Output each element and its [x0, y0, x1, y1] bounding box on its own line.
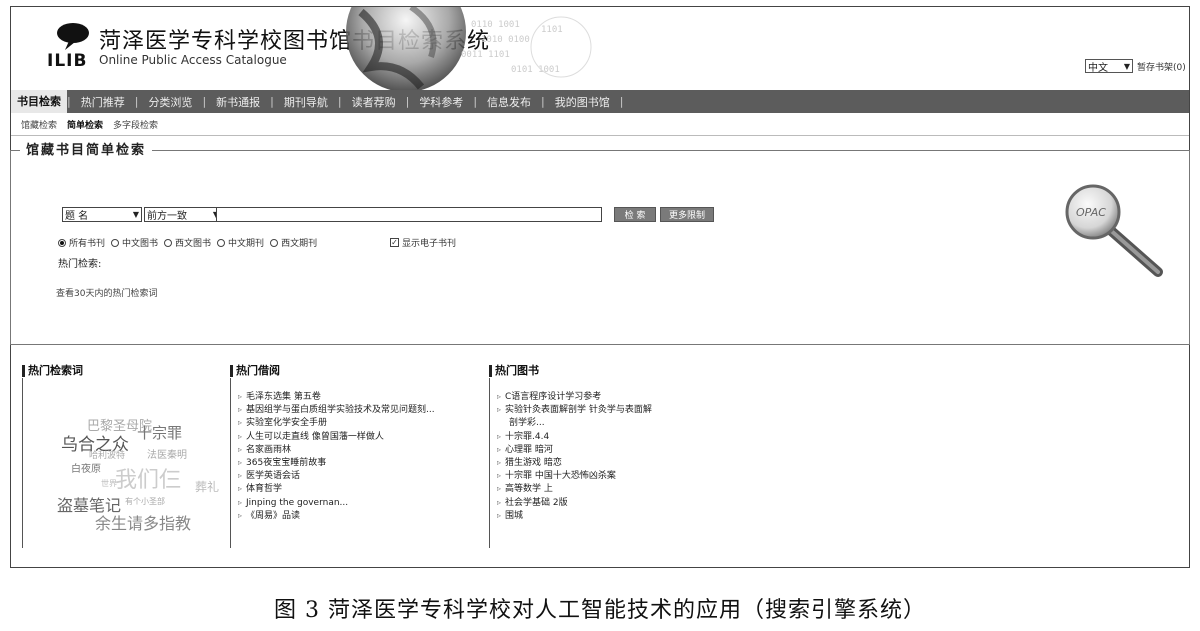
subnav-simple-search[interactable]: 简单检索: [67, 118, 103, 131]
radio-cn-books[interactable]: [111, 238, 120, 247]
list-item[interactable]: 《周易》品读: [238, 509, 435, 522]
cloud-word[interactable]: 十宗罪: [137, 422, 182, 443]
column-divider: [489, 378, 490, 548]
field-select[interactable]: 题 名 ▼: [62, 207, 142, 222]
hot-search-label: 热门检索:: [58, 259, 102, 270]
list-item[interactable]: 剖学彩...: [497, 416, 652, 429]
list-item[interactable]: 名家画雨林: [238, 443, 435, 456]
column-divider: [22, 378, 23, 548]
show-ebooks-checkbox[interactable]: ✓: [390, 238, 399, 247]
opac-magnifier-icon: OPAC: [1065, 184, 1163, 277]
list-item[interactable]: 高等数学 上: [497, 482, 652, 495]
hot-books-title: 热门图书: [489, 365, 539, 377]
list-item[interactable]: Jinping the governan...: [238, 496, 435, 509]
list-item[interactable]: 毛泽东选集 第五卷: [238, 390, 435, 403]
hot-terms-title: 热门检索词: [22, 365, 83, 377]
radio-cn-journals[interactable]: [217, 238, 226, 247]
hot-borrow-title: 热门借阅: [230, 365, 280, 377]
list-item[interactable]: 体育哲学: [238, 482, 435, 495]
nav-item-subject-ref[interactable]: 学科参考: [409, 94, 473, 110]
list-item[interactable]: 心理罪 暗河: [497, 443, 652, 456]
cloud-word[interactable]: 法医秦明: [147, 446, 187, 461]
nav-item-journal-nav[interactable]: 期刊导航: [274, 94, 338, 110]
radio-west-books[interactable]: [164, 238, 173, 247]
list-item[interactable]: C语言程序设计学习参考: [497, 390, 652, 403]
field-select-value: 题 名: [65, 211, 89, 222]
bookshelf-link[interactable]: 暂存书架(0) |: [1137, 60, 1189, 73]
language-select[interactable]: 中文 ▼: [1085, 59, 1133, 74]
svg-text:1010 0100: 1010 0100: [481, 35, 530, 45]
list-item[interactable]: 围城: [497, 509, 652, 522]
nav-item-info-publish[interactable]: 信息发布: [477, 94, 541, 110]
main-nav: 书目检索 | 热门推荐 | 分类浏览 | 新书通报 | 期刊导航 | 读者荐购 …: [11, 90, 1189, 113]
chevron-down-icon: ▼: [132, 210, 139, 219]
hot-30-days-link[interactable]: 查看30天内的热门检索词: [56, 286, 157, 299]
opac-label: OPAC: [1076, 206, 1106, 219]
radio-label: 中文期刊: [228, 239, 265, 249]
hot-terms-cloud: 巴黎圣母院 乌合之众 十宗罪 哈利波特 法医秦明 白夜原 我们仨 葬礼 盗墓笔记…: [55, 410, 225, 540]
list-item[interactable]: 实验针灸表面解剖学 针灸学与表面解: [497, 403, 652, 416]
checkbox-label: 显示电子书刊: [402, 239, 457, 249]
subnav-collection-search[interactable]: 馆藏检索: [21, 118, 57, 131]
site-subtitle: Online Public Access Catalogue: [99, 53, 287, 67]
list-item[interactable]: 猎生游戏 暗恋: [497, 456, 652, 469]
cloud-word[interactable]: 我们仨: [115, 462, 181, 494]
radio-label: 西文图书: [175, 239, 212, 249]
more-limits-button[interactable]: 更多限制: [660, 207, 714, 222]
figure-caption: 图 3 菏泽医学专科学校对人工智能技术的应用（搜索引擎系统）: [274, 598, 926, 623]
match-select-value: 前方一致: [147, 211, 187, 222]
nav-item-category-browse[interactable]: 分类浏览: [138, 94, 202, 110]
radio-label: 西文期刊: [281, 239, 318, 249]
site-header: ILIB 菏泽医学专科学校图书馆书目检索系统 Online Public Acc…: [11, 7, 1189, 90]
list-item[interactable]: 社会学基础 2版: [497, 496, 652, 509]
cloud-word[interactable]: 余生请多指教: [95, 510, 191, 534]
nav-item-catalog-search[interactable]: 书目检索: [11, 90, 67, 113]
search-button[interactable]: 检 索: [614, 207, 656, 222]
search-panel-legend: 馆藏书目简单检索: [20, 139, 153, 158]
radio-all-docs[interactable]: [58, 238, 66, 247]
nav-item-my-library[interactable]: 我的图书馆: [545, 94, 620, 110]
list-item[interactable]: 十宗罪.4.4: [497, 430, 652, 443]
list-item[interactable]: 365夜宝宝睡前故事: [238, 456, 435, 469]
nav-item-new-books[interactable]: 新书通报: [206, 94, 270, 110]
doc-type-radios: 所有书刊 中文图书 西文图书 中文期刊 西文期刊: [58, 236, 323, 249]
nav-separator: |: [619, 95, 624, 108]
radio-west-journals[interactable]: [270, 238, 279, 247]
globe-banner-icon: 0110 1001 1010 0100 0011 1101 0101 1001 …: [346, 7, 592, 90]
speech-bubble-logo-icon: [57, 23, 89, 50]
language-select-value: 中文: [1088, 62, 1108, 74]
subnav-multi-field-search[interactable]: 多字段检索: [113, 118, 158, 131]
search-input[interactable]: [216, 207, 602, 222]
chevron-down-icon: ▼: [1123, 61, 1130, 71]
cloud-word[interactable]: 有个小圣部: [125, 496, 165, 507]
list-item[interactable]: 十宗罪 中国十大恐怖凶杀案: [497, 469, 652, 482]
hot-books-list: C语言程序设计学习参考 实验针灸表面解剖学 针灸学与表面解 剖学彩... 十宗罪…: [497, 390, 652, 522]
svg-text:0110 1001: 0110 1001: [471, 20, 520, 30]
svg-text:1101: 1101: [541, 25, 563, 35]
hot-borrow-list: 毛泽东选集 第五卷 基因组学与蛋白质组学实验技术及常见问题刻... 实验室化学安…: [238, 390, 435, 522]
ilib-logo-text: ILIB: [47, 51, 88, 71]
list-item[interactable]: 基因组学与蛋白质组学实验技术及常见问题刻...: [238, 403, 435, 416]
svg-text:0101 1001: 0101 1001: [511, 65, 560, 75]
match-select[interactable]: 前方一致 ▼: [144, 207, 222, 222]
nav-item-hot-recommend[interactable]: 热门推荐: [71, 94, 135, 110]
sub-nav: 馆藏检索 简单检索 多字段检索: [11, 113, 1189, 136]
cloud-word[interactable]: 白夜原: [71, 460, 101, 475]
list-item[interactable]: 人生可以走直线 像曾国藩一样做人: [238, 430, 435, 443]
radio-label: 中文图书: [122, 239, 159, 249]
list-item[interactable]: 医学英语会话: [238, 469, 435, 482]
list-item[interactable]: 实验室化学安全手册: [238, 416, 435, 429]
cloud-word[interactable]: 葬礼: [195, 478, 219, 495]
radio-label: 所有书刊: [69, 239, 106, 249]
ebook-checkbox-row: ✓ 显示电子书刊: [390, 236, 456, 249]
nav-item-reader-request[interactable]: 读者荐购: [342, 94, 406, 110]
column-divider: [230, 378, 231, 548]
svg-text:0011 1101: 0011 1101: [461, 50, 510, 60]
cloud-word[interactable]: 世界: [101, 478, 117, 489]
